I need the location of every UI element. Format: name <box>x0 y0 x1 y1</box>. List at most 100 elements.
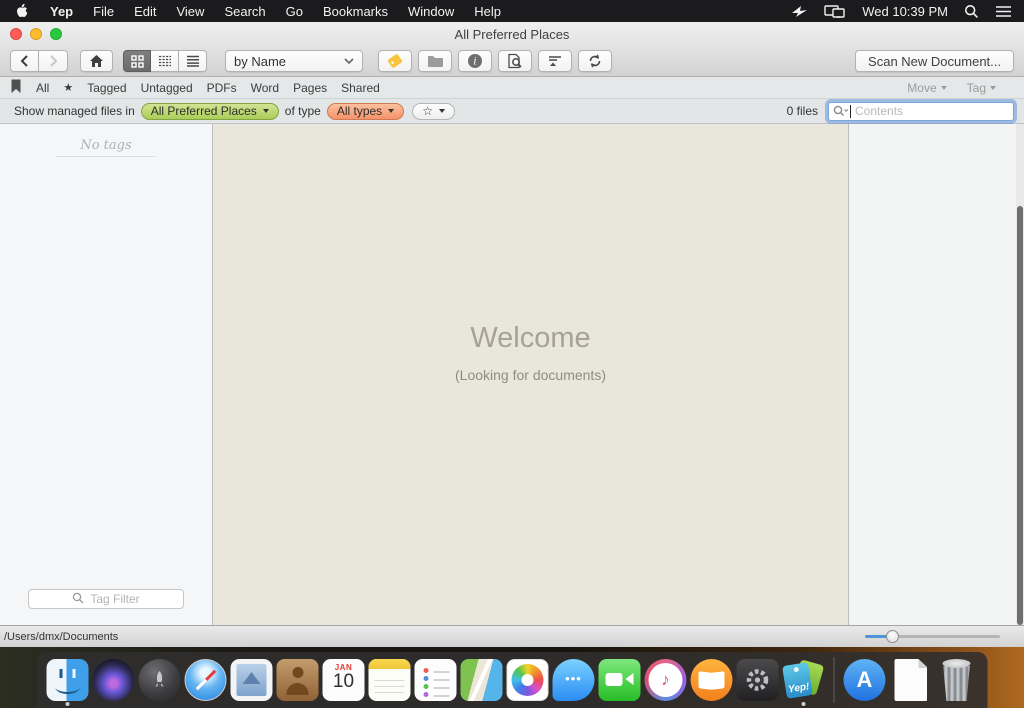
home-button[interactable] <box>80 50 113 72</box>
launchpad-icon <box>139 659 181 701</box>
chevron-down-icon <box>344 58 354 64</box>
menu-yep[interactable]: Yep <box>40 4 83 19</box>
window-body: No tags Tag Filter Welcome (Looking for … <box>0 124 1024 625</box>
file-count: 0 files <box>787 104 818 118</box>
dock-item-maps[interactable] <box>459 659 505 701</box>
text-caret <box>850 105 851 118</box>
trash-icon <box>939 659 975 701</box>
apple-menu[interactable] <box>0 2 40 21</box>
places-pill[interactable]: All Preferred Places <box>141 103 279 120</box>
filter-untagged[interactable]: Untagged <box>141 81 193 95</box>
tag-filter-placeholder: Tag Filter <box>90 592 139 606</box>
menu-bar: Yep File Edit View Search Go Bookmarks W… <box>0 0 1024 22</box>
filter-pdfs[interactable]: PDFs <box>207 81 237 95</box>
dock-item-document[interactable] <box>888 659 934 701</box>
bookmark-icon[interactable] <box>10 79 22 97</box>
close-button[interactable] <box>10 28 22 40</box>
dock-item-messages[interactable]: ••• <box>551 659 597 701</box>
dock-item-app-store[interactable]: A <box>842 659 888 701</box>
siri-icon <box>93 659 135 701</box>
scrollbar-thumb[interactable] <box>1017 206 1023 625</box>
mail-icon <box>231 659 273 701</box>
photos-icon <box>507 659 549 701</box>
chevron-down-icon <box>941 86 947 90</box>
window-title: All Preferred Places <box>0 22 1024 48</box>
info-button[interactable]: i <box>458 50 492 72</box>
menu-clock[interactable]: Wed 10:39 PM <box>862 4 948 19</box>
dock-item-launchpad[interactable] <box>137 659 183 701</box>
cursor-status-icon[interactable] <box>791 4 808 19</box>
scan-new-document-button[interactable]: Scan New Document... <box>855 50 1014 72</box>
spotlight-search-icon[interactable] <box>964 4 979 19</box>
star-filter-pill[interactable]: ☆ <box>412 103 455 120</box>
filter-shared[interactable]: Shared <box>341 81 380 95</box>
dock-separator <box>834 657 835 703</box>
list-view-button[interactable] <box>179 50 207 72</box>
finder-icon <box>47 659 89 701</box>
system-preferences-icon <box>737 659 779 701</box>
preview-button[interactable] <box>498 50 532 72</box>
types-pill[interactable]: All types <box>327 103 404 120</box>
dock-item-trash[interactable] <box>934 659 980 701</box>
grid-view-button[interactable] <box>123 50 151 72</box>
dock-item-finder[interactable] <box>45 659 91 701</box>
messages-icon: ••• <box>553 659 595 701</box>
notification-center-icon[interactable] <box>995 5 1012 18</box>
filter-bar: All ★ Tagged Untagged PDFs Word Pages Sh… <box>0 77 1024 99</box>
forward-button[interactable] <box>39 50 68 72</box>
menu-search[interactable]: Search <box>214 4 275 19</box>
tags-sidebar: No tags Tag Filter <box>0 124 213 625</box>
minimize-button[interactable] <box>30 28 42 40</box>
zoom-button[interactable] <box>50 28 62 40</box>
refresh-button[interactable] <box>578 50 612 72</box>
dock-item-reminders[interactable] <box>413 659 459 701</box>
filter-pages[interactable]: Pages <box>293 81 327 95</box>
dock-item-facetime[interactable] <box>597 659 643 701</box>
filter-word[interactable]: Word <box>251 81 279 95</box>
dock-item-notes[interactable] <box>367 659 413 701</box>
tag-dropdown[interactable]: Tag <box>967 81 996 95</box>
itunes-icon: ♪ <box>645 659 687 701</box>
maps-icon <box>461 659 503 701</box>
displays-icon[interactable] <box>824 4 846 19</box>
menu-help[interactable]: Help <box>464 4 511 19</box>
detail-view-button[interactable] <box>151 50 179 72</box>
dock-item-calendar[interactable]: JAN10 <box>321 659 367 701</box>
dock-item-itunes[interactable]: ♪ <box>643 659 689 701</box>
filter-tagged[interactable]: Tagged <box>87 81 126 95</box>
tag-button[interactable] <box>378 50 412 72</box>
dock-item-ibooks[interactable] <box>689 659 735 701</box>
chevron-down-icon <box>263 109 269 113</box>
sort-select[interactable]: by Name <box>225 50 363 72</box>
menu-window[interactable]: Window <box>398 4 464 19</box>
back-button[interactable] <box>10 50 39 72</box>
current-path: /Users/dmx/Documents <box>4 631 118 643</box>
dock-item-safari[interactable] <box>183 659 229 701</box>
menu-edit[interactable]: Edit <box>124 4 166 19</box>
move-dropdown[interactable]: Move <box>907 81 946 95</box>
dock-item-siri[interactable] <box>91 659 137 701</box>
collapse-button[interactable] <box>538 50 572 72</box>
menu-view[interactable]: View <box>166 4 214 19</box>
dock-item-contacts[interactable] <box>275 659 321 701</box>
dock-item-system-preferences[interactable] <box>735 659 781 701</box>
zoom-slider-thumb[interactable] <box>886 630 899 643</box>
search-icon <box>833 105 850 120</box>
notes-icon <box>369 659 411 701</box>
menu-bookmarks[interactable]: Bookmarks <box>313 4 398 19</box>
ibooks-icon <box>691 659 733 701</box>
menu-go[interactable]: Go <box>276 4 313 19</box>
menu-file[interactable]: File <box>83 4 124 19</box>
folder-button[interactable] <box>418 50 452 72</box>
content-search-input[interactable] <box>828 102 1014 121</box>
filter-all[interactable]: All <box>36 81 49 95</box>
dock-item-yep[interactable]: Yep! <box>781 659 827 701</box>
dock-item-mail[interactable] <box>229 659 275 701</box>
filter-starred[interactable]: ★ <box>63 81 73 94</box>
scrollbar[interactable] <box>1016 124 1024 625</box>
tag-filter-input[interactable]: Tag Filter <box>28 589 184 609</box>
zoom-slider[interactable] <box>865 635 1000 638</box>
dock-item-photos[interactable] <box>505 659 551 701</box>
desktop-wallpaper: JAN10 ••• ♪ Yep! A <box>0 647 1024 708</box>
toolbar: by Name i Scan New Document... <box>0 46 1024 77</box>
